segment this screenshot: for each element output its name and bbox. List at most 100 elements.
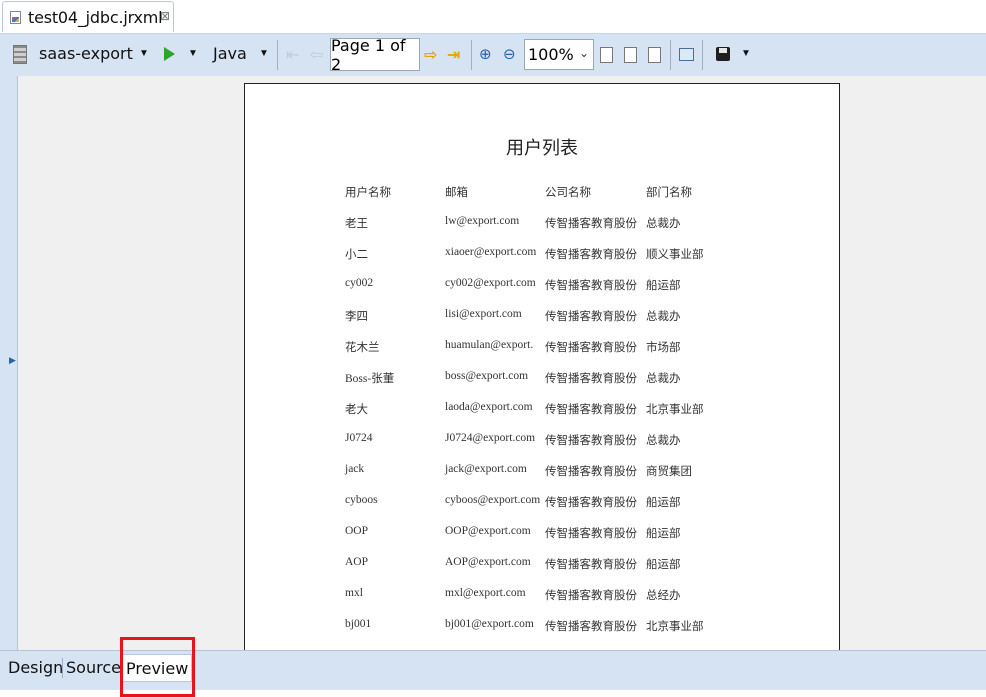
cell-company: 传智播客教育股份	[545, 218, 637, 230]
cell-email: bj001@export.com	[445, 618, 534, 630]
run-report-icon[interactable]	[164, 47, 175, 61]
column-header-username: 用户名称	[345, 187, 391, 199]
cell-department: 总裁办	[646, 311, 681, 323]
fit-page-icon[interactable]	[600, 47, 613, 63]
datasource-dropdown-icon[interactable]: ▼	[139, 48, 149, 59]
datasource-icon[interactable]	[13, 45, 27, 64]
last-page-icon[interactable]: ⇥	[447, 45, 460, 65]
editor-tab[interactable]: test04_jdbc.jrxml ⊠	[2, 1, 174, 32]
expand-arrow-icon[interactable]: ▶	[9, 355, 16, 366]
run-dropdown-icon[interactable]: ▼	[188, 48, 198, 59]
cell-department: 商贸集团	[646, 466, 692, 478]
cell-email: cy002@export.com	[445, 277, 536, 289]
cell-department: 总裁办	[646, 435, 681, 447]
first-page-icon[interactable]: ⇤	[286, 45, 299, 65]
cell-username: 李四	[345, 311, 368, 323]
cell-company: 传智播客教育股份	[545, 249, 637, 261]
fit-width-icon[interactable]	[624, 47, 637, 63]
cell-email: boss@export.com	[445, 370, 529, 382]
cell-email: lisi@export.com	[445, 308, 522, 320]
toolbar-separator	[277, 40, 278, 70]
column-header-department: 部门名称	[646, 187, 692, 199]
cell-department: 船运部	[646, 497, 681, 509]
cell-username: 小二	[345, 249, 368, 261]
cell-username: 花木兰	[345, 342, 380, 354]
cell-username: 老王	[345, 218, 368, 230]
actual-size-icon[interactable]	[648, 47, 661, 63]
toolbar-separator	[702, 40, 703, 70]
cell-email: cyboos@export.com	[445, 494, 541, 506]
chevron-down-icon: ⌄	[578, 46, 589, 60]
close-icon[interactable]: ⊠	[160, 9, 170, 23]
cell-company: 传智播客教育股份	[545, 590, 637, 602]
cell-email: mxl@export.com	[445, 587, 526, 599]
editor-tab-title: test04_jdbc.jrxml	[28, 8, 163, 27]
cell-company: 传智播客教育股份	[545, 435, 637, 447]
cell-email: huamulan@export.	[445, 339, 534, 351]
jrxml-file-icon	[10, 11, 21, 24]
save-icon[interactable]	[716, 47, 730, 61]
cell-username: Boss-张董	[345, 373, 395, 385]
zoom-select[interactable]: 100% ⌄	[524, 39, 594, 70]
cell-company: 传智播客教育股份	[545, 528, 637, 540]
tab-design[interactable]: Design	[5, 654, 66, 680]
cell-username: cy002	[345, 277, 374, 289]
page-indicator-field[interactable]: Page 1 of 2	[330, 36, 420, 74]
cell-department: 船运部	[646, 528, 681, 540]
save-dropdown-icon[interactable]: ▼	[741, 48, 751, 59]
cell-username: J0724	[345, 432, 373, 444]
export-icon[interactable]	[679, 48, 694, 61]
report-title: 用户列表	[506, 138, 578, 158]
cell-company: 传智播客教育股份	[545, 466, 637, 478]
cell-email: OOP@export.com	[445, 525, 531, 537]
editor-tab-strip: test04_jdbc.jrxml ⊠	[0, 0, 986, 34]
editor-mode-tabs: Design Source Preview	[0, 650, 986, 690]
toolbar-separator	[471, 40, 472, 70]
cell-username: OOP	[345, 525, 369, 537]
cell-department: 船运部	[646, 280, 681, 292]
cell-department: 船运部	[646, 559, 681, 571]
column-header-email: 邮箱	[445, 187, 468, 199]
language-dropdown-icon[interactable]: ▼	[259, 48, 269, 59]
toolbar-separator	[670, 40, 671, 70]
tab-preview[interactable]: Preview	[122, 654, 193, 682]
datasource-label[interactable]: saas-export	[39, 44, 133, 63]
cell-email: lw@export.com	[445, 215, 520, 227]
cell-department: 市场部	[646, 342, 681, 354]
preview-toolbar: saas-export ▼ ▼ Java ▼ ⇤ ⇦ Page 1 of 2 ⇨…	[0, 34, 986, 76]
cell-username: cyboos	[345, 494, 378, 506]
cell-username: 老大	[345, 404, 368, 416]
cell-company: 传智播客教育股份	[545, 342, 637, 354]
cell-department: 顺义事业部	[646, 249, 704, 261]
cell-email: J0724@export.com	[445, 432, 536, 444]
next-page-icon[interactable]: ⇨	[424, 45, 437, 65]
zoom-out-icon[interactable]: ⊖	[503, 45, 516, 63]
cell-department: 北京事业部	[646, 621, 704, 633]
language-label[interactable]: Java	[213, 44, 247, 63]
column-header-company: 公司名称	[545, 187, 591, 199]
report-page: 用户列表 用户名称 邮箱 公司名称 部门名称 老王 lw@export.com 传智…	[244, 83, 840, 650]
cell-email: xiaoer@export.com	[445, 246, 537, 258]
cell-username: AOP	[345, 556, 369, 568]
cell-company: 传智播客教育股份	[545, 280, 637, 292]
zoom-value: 100%	[528, 45, 574, 64]
cell-company: 传智播客教育股份	[545, 404, 637, 416]
cell-company: 传智播客教育股份	[545, 373, 637, 385]
tab-source[interactable]: Source	[63, 654, 124, 680]
cell-department: 总裁办	[646, 218, 681, 230]
cell-company: 传智播客教育股份	[545, 311, 637, 323]
cell-username: mxl	[345, 587, 363, 599]
cell-email: AOP@export.com	[445, 556, 531, 568]
cell-department: 总裁办	[646, 373, 681, 385]
cell-username: bj001	[345, 618, 372, 630]
zoom-in-icon[interactable]: ⊕	[479, 45, 492, 63]
previous-page-icon[interactable]: ⇦	[310, 45, 323, 65]
side-collapse-strip[interactable]: ▶	[0, 76, 18, 650]
cell-email: laoda@export.com	[445, 401, 533, 413]
cell-company: 传智播客教育股份	[545, 559, 637, 571]
cell-company: 传智播客教育股份	[545, 497, 637, 509]
cell-company: 传智播客教育股份	[545, 621, 637, 633]
cell-email: jack@export.com	[445, 463, 527, 475]
cell-department: 总经办	[646, 590, 681, 602]
report-preview-area: ▶ 用户列表 用户名称 邮箱 公司名称 部门名称 老王 lw@export.com…	[0, 76, 986, 650]
